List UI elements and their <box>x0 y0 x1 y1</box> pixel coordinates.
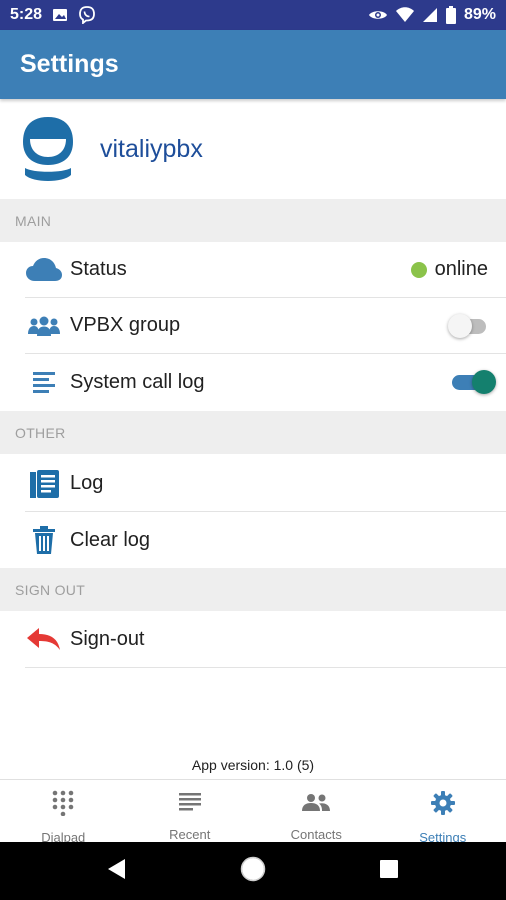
settings-item-clear-log[interactable]: Clear log <box>25 512 506 568</box>
settings-item-vpbx-group[interactable]: VPBX group <box>25 298 506 354</box>
page-title: Settings <box>20 50 119 78</box>
system-call-log-toggle[interactable] <box>448 370 496 394</box>
nav-item-contacts[interactable]: Contacts <box>253 780 380 842</box>
sign-out-label: Sign-out <box>70 628 145 650</box>
username: vitaliypbx <box>100 134 203 163</box>
app-version: App version: 1.0 (5) <box>191 757 315 773</box>
dialpad-icon <box>52 790 74 816</box>
status-value: online <box>434 258 488 280</box>
trash-icon <box>25 523 63 557</box>
section-header-other-label: OTHER <box>15 424 66 441</box>
app-bar: Settings <box>0 30 506 99</box>
eye-icon <box>368 8 388 22</box>
status-time: 5:28 <box>10 6 43 23</box>
profile-header[interactable]: vitaliypbx <box>0 99 506 199</box>
gear-icon <box>430 790 456 816</box>
settings-item-sign-out[interactable]: Sign-out <box>25 612 506 668</box>
nav-label-recent: Recent <box>169 827 211 842</box>
system-navigation-bar <box>0 842 506 900</box>
section-header-sign-out-label: SIGN OUT <box>15 581 86 598</box>
status-bar: 5:28 89% <box>0 0 506 30</box>
battery-level: 89% <box>463 6 496 23</box>
reply-arrow-icon <box>25 623 63 657</box>
vpbx-group-label: VPBX group <box>70 314 181 336</box>
log-label: Log <box>70 472 104 494</box>
group-icon <box>25 309 63 343</box>
contacts-icon <box>302 790 331 813</box>
clear-log-label: Clear log <box>70 528 151 551</box>
overview-icon[interactable] <box>379 859 399 884</box>
log-book-icon <box>25 467 63 501</box>
home-icon[interactable] <box>240 856 266 887</box>
signal-icon <box>422 7 438 23</box>
section-header-main-label: MAIN <box>15 212 52 229</box>
nav-item-dialpad[interactable]: Dialpad <box>0 780 127 845</box>
nav-label-contacts: Contacts <box>290 827 342 842</box>
nav-item-settings[interactable]: Settings <box>380 780 506 845</box>
wifi-icon <box>395 7 414 23</box>
list-icon <box>25 365 63 399</box>
bottom-navigation: Dialpad Recent Contacts Settings <box>0 779 506 845</box>
battery-icon <box>445 6 456 24</box>
settings-item-log[interactable]: Log <box>25 456 506 512</box>
back-icon[interactable] <box>107 858 127 885</box>
section-header-main: MAIN <box>0 199 506 242</box>
section-header-other: OTHER <box>0 411 506 454</box>
settings-item-status[interactable]: Status online <box>25 242 506 298</box>
settings-item-system-call-log[interactable]: System call log <box>25 354 506 410</box>
section-header-sign-out: SIGN OUT <box>0 568 506 611</box>
cloud-icon <box>25 253 63 287</box>
status-label: Status <box>70 258 127 280</box>
viber-icon <box>78 6 96 24</box>
system-call-log-label: System call log <box>70 370 205 393</box>
recent-list-icon <box>178 790 201 813</box>
nav-item-recent[interactable]: Recent <box>127 780 254 842</box>
vpbx-group-toggle[interactable] <box>448 313 488 338</box>
status-online-dot <box>410 261 427 278</box>
image-icon <box>52 7 68 23</box>
user-avatar-icon <box>20 114 76 184</box>
